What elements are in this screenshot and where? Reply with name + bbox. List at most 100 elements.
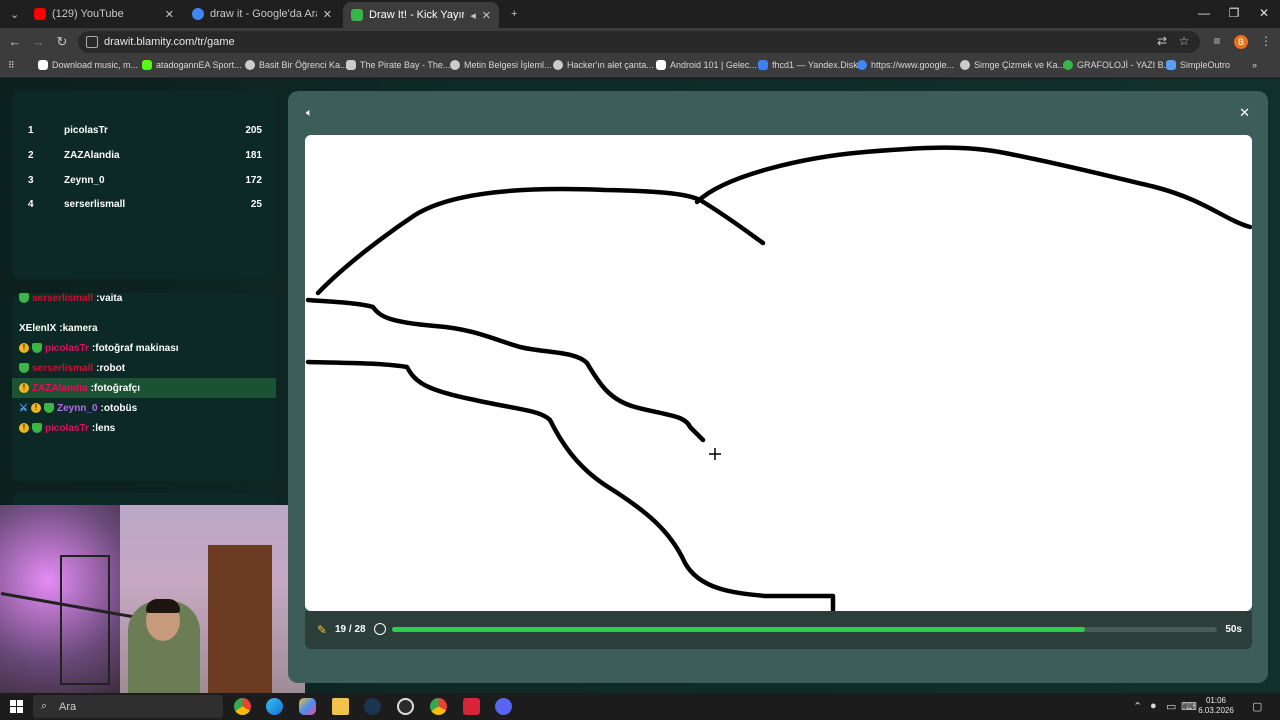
back-button[interactable]: ← bbox=[6, 34, 24, 49]
bookmark-label: Basit Bir Öğrenci Ka... bbox=[259, 60, 348, 70]
game-page: 1 picolasTr 205 2 ZAZAlandia 181 3 Zeynn… bbox=[0, 79, 1280, 693]
close-icon[interactable]: ✕ bbox=[165, 8, 174, 21]
bookmark-item[interactable]: fhcd1 — Yandex.Disk bbox=[758, 60, 858, 70]
chat-message: serserlismall:robot bbox=[12, 358, 276, 378]
bookmark-item[interactable]: GRAFOLOJİ - YAZI B... bbox=[1063, 60, 1171, 70]
drawing-strokes bbox=[305, 145, 1252, 611]
tab-google-search[interactable]: draw it - Google'da Ara ✕ bbox=[184, 3, 340, 25]
pirate-icon bbox=[346, 60, 356, 70]
chevron-down-icon: ⌄ bbox=[10, 8, 20, 21]
bookmark-star-icon[interactable]: ☆ bbox=[1174, 34, 1194, 48]
bookmarks-bar: ⠿ Download music, m... atadogannEA Sport… bbox=[0, 56, 1280, 78]
clock-time: 01:06 bbox=[1205, 696, 1227, 705]
tab-title: draw it - Google'da Ara bbox=[210, 8, 317, 20]
profile-avatar[interactable]: B bbox=[1234, 35, 1248, 49]
drawing-canvas[interactable] bbox=[305, 135, 1252, 611]
bookmark-item[interactable]: Simge Çizmek ve Ka... bbox=[960, 60, 1065, 70]
address-bar[interactable]: drawit.blamity.com/tr/game bbox=[78, 31, 1200, 53]
drawit-icon bbox=[351, 9, 363, 21]
globe-icon bbox=[960, 60, 970, 70]
bookmark-item[interactable]: Metin Belgesi İşleml... bbox=[450, 60, 552, 70]
globe-icon bbox=[553, 60, 563, 70]
bookmark-item[interactable]: Android 101 | Gelec... bbox=[656, 60, 757, 70]
chat-message: ! picolasTr:lens bbox=[12, 418, 276, 438]
bookmark-label: atadogannEA Sport... bbox=[156, 60, 242, 70]
menu-icon[interactable]: ⋮ bbox=[1256, 34, 1276, 48]
close-icon[interactable]: ✕ bbox=[1239, 105, 1250, 121]
time-progress-track bbox=[392, 627, 1217, 632]
bookmark-item[interactable]: atadogannEA Sport... bbox=[142, 60, 242, 70]
globe-icon bbox=[450, 60, 460, 70]
player-score: 205 bbox=[245, 125, 262, 136]
rank: 3 bbox=[28, 175, 34, 186]
webcam-door bbox=[208, 545, 272, 693]
player-score: 25 bbox=[250, 199, 262, 210]
stroke-top-right-arc bbox=[694, 145, 1252, 230]
taskbar-clock[interactable]: 01:06 6.03.2026 bbox=[1196, 696, 1236, 716]
edge-icon[interactable] bbox=[266, 698, 283, 715]
player-name: picolasTr bbox=[64, 125, 108, 136]
reload-button[interactable]: ↻ bbox=[53, 34, 71, 50]
chat-text: :otobüs bbox=[100, 402, 138, 414]
tray-expand-icon[interactable]: ⌃ bbox=[1133, 700, 1142, 713]
bookmark-item[interactable]: SimpleOutro bbox=[1166, 60, 1230, 70]
game-modal: 🔈︎ ✕ ✎ 19 / 28 50s bbox=[288, 91, 1268, 683]
minimize-button[interactable]: — bbox=[1190, 6, 1218, 20]
tab-drawit[interactable]: Draw It! - Kick Yayınları İçin ◂ ✕ bbox=[343, 2, 499, 28]
chat-message: XElenIX:kamera bbox=[12, 318, 276, 338]
media-icon[interactable]: ≡ bbox=[1207, 34, 1227, 48]
windows-start-icon[interactable] bbox=[10, 700, 23, 713]
game-status-bar: ✎ 19 / 28 50s bbox=[305, 611, 1252, 649]
restore-button[interactable]: ❐ bbox=[1220, 6, 1248, 20]
url-text: drawit.blamity.com/tr/game bbox=[104, 36, 235, 48]
close-window-button[interactable]: ✕ bbox=[1250, 6, 1278, 20]
bookmark-label: Android 101 | Gelec... bbox=[670, 60, 757, 70]
chat-message: ! picolasTr:fotoğraf makinası bbox=[12, 338, 276, 358]
scoreboard-row: 4 serserlismall 25 bbox=[28, 199, 262, 213]
microphone-icon[interactable]: ● bbox=[1150, 700, 1157, 712]
clock-date: 6.03.2026 bbox=[1198, 706, 1234, 715]
obs-icon[interactable] bbox=[397, 698, 414, 715]
translate-icon[interactable]: ⇄ bbox=[1152, 34, 1172, 48]
player-name: ZAZAlandia bbox=[64, 150, 120, 161]
copilot-icon[interactable] bbox=[299, 698, 316, 715]
bookmark-item[interactable]: Download music, m... bbox=[38, 60, 138, 70]
chrome-icon[interactable] bbox=[234, 698, 251, 715]
bookmark-item[interactable]: Hacker'ın alet çanta... bbox=[553, 60, 654, 70]
audio-icon[interactable]: ◂ bbox=[470, 9, 476, 22]
close-icon[interactable]: ✕ bbox=[323, 8, 332, 21]
site-info-icon[interactable] bbox=[86, 36, 98, 48]
tab-youtube[interactable]: (129) YouTube ✕ bbox=[26, 3, 182, 25]
new-tab-button[interactable]: + bbox=[503, 3, 525, 25]
sword-badge-icon: ⚔ bbox=[19, 402, 28, 414]
tab-search-button[interactable]: ⌄ bbox=[2, 3, 24, 25]
explorer-icon[interactable] bbox=[332, 698, 349, 715]
more-bookmarks-icon[interactable]: » bbox=[1252, 60, 1257, 70]
player-score: 172 bbox=[245, 175, 262, 186]
chrome-icon[interactable] bbox=[424, 693, 453, 720]
chat-text: :vaita bbox=[96, 293, 123, 304]
stroke-top-left-arc bbox=[315, 186, 766, 296]
speaker-icon[interactable]: 🔈︎ bbox=[306, 107, 313, 120]
screenpresso-icon[interactable] bbox=[463, 698, 480, 715]
rank: 4 bbox=[28, 199, 34, 210]
chat-text: :lens bbox=[91, 422, 116, 434]
notification-icon[interactable]: ▢ bbox=[1252, 700, 1262, 713]
close-icon[interactable]: ✕ bbox=[482, 9, 491, 22]
discord-icon[interactable] bbox=[495, 698, 512, 715]
bookmark-item[interactable]: The Pirate Bay - The... bbox=[346, 60, 450, 70]
tab-title: (129) YouTube bbox=[52, 8, 124, 20]
stopwatch-icon bbox=[374, 623, 386, 635]
tab-title: Draw It! - Kick Yayınları İçin bbox=[369, 9, 464, 21]
warning-badge-icon: ! bbox=[19, 383, 29, 393]
steam-icon[interactable] bbox=[364, 698, 381, 715]
keyboard-icon[interactable]: ⌨ bbox=[1181, 700, 1197, 713]
bookmark-label: Metin Belgesi İşleml... bbox=[464, 60, 552, 70]
network-icon[interactable]: ▭ bbox=[1166, 700, 1176, 713]
taskbar-search[interactable]: ⌕ Ara bbox=[33, 695, 223, 718]
bookmark-item[interactable]: Basit Bir Öğrenci Ka... bbox=[245, 60, 348, 70]
apps-icon[interactable]: ⠿ bbox=[8, 60, 15, 71]
bookmark-item[interactable]: https://www.google... bbox=[857, 60, 954, 70]
forward-button[interactable]: → bbox=[29, 34, 47, 49]
chat-username: serserlismall bbox=[32, 362, 94, 374]
